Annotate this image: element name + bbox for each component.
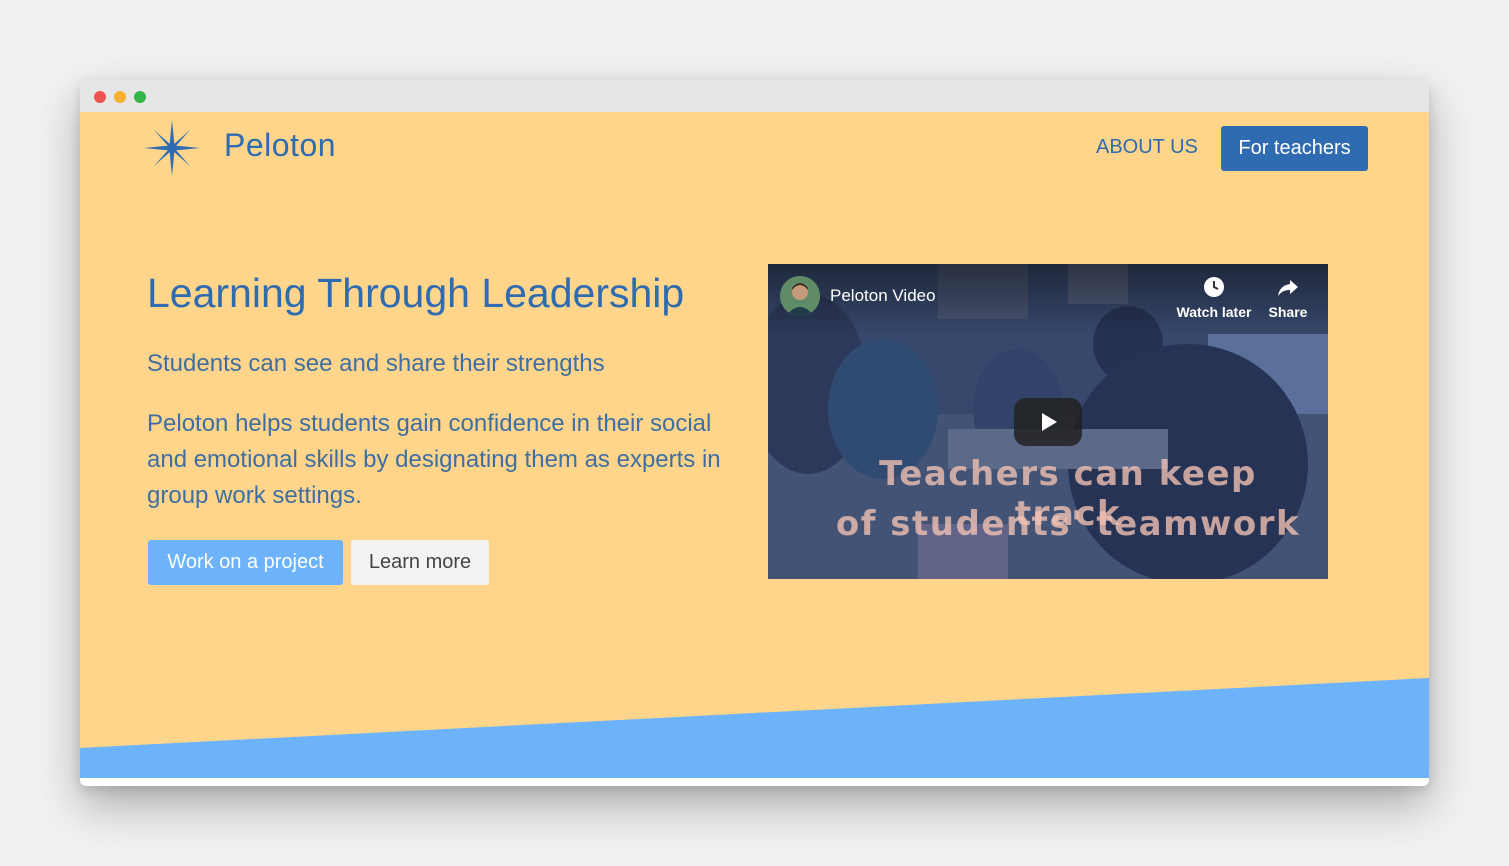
play-icon [1042, 413, 1057, 431]
maximize-window-dot[interactable] [134, 91, 146, 103]
video-player[interactable]: Peloton Video Watch later Share Teachers… [768, 264, 1328, 579]
video-caption-line-2: of students' teamwork [835, 504, 1301, 544]
for-teachers-button[interactable]: For teachers [1221, 126, 1368, 171]
window-titlebar [80, 80, 1429, 112]
brand-name[interactable]: Peloton [224, 127, 336, 164]
hero-headline: Learning Through Leadership [147, 270, 685, 316]
learn-more-button[interactable]: Learn more [351, 540, 489, 585]
browser-window: Peloton ABOUT US For teachers Learning T… [80, 80, 1429, 786]
watch-later-label: Watch later [1176, 304, 1252, 320]
star-icon[interactable] [144, 120, 200, 176]
play-button[interactable] [1014, 398, 1082, 446]
minimize-window-dot[interactable] [114, 91, 126, 103]
share-button[interactable]: Share [1248, 276, 1328, 320]
watch-later-button[interactable]: Watch later [1174, 276, 1254, 320]
nav-about-us-link[interactable]: ABOUT US [1096, 136, 1198, 159]
share-arrow-icon [1278, 280, 1298, 296]
landing-page: Peloton ABOUT US For teachers Learning T… [80, 112, 1429, 778]
clock-icon [1204, 277, 1224, 297]
hero-subheadline: Students can see and share their strengt… [147, 350, 605, 377]
share-label: Share [1268, 304, 1308, 320]
video-title[interactable]: Peloton Video [830, 286, 936, 306]
work-on-project-button[interactable]: Work on a project [148, 540, 343, 585]
channel-avatar[interactable] [780, 276, 820, 316]
hero-description: Peloton helps students gain confidence i… [147, 410, 721, 509]
decorative-wedge [80, 678, 1429, 778]
close-window-dot[interactable] [94, 91, 106, 103]
